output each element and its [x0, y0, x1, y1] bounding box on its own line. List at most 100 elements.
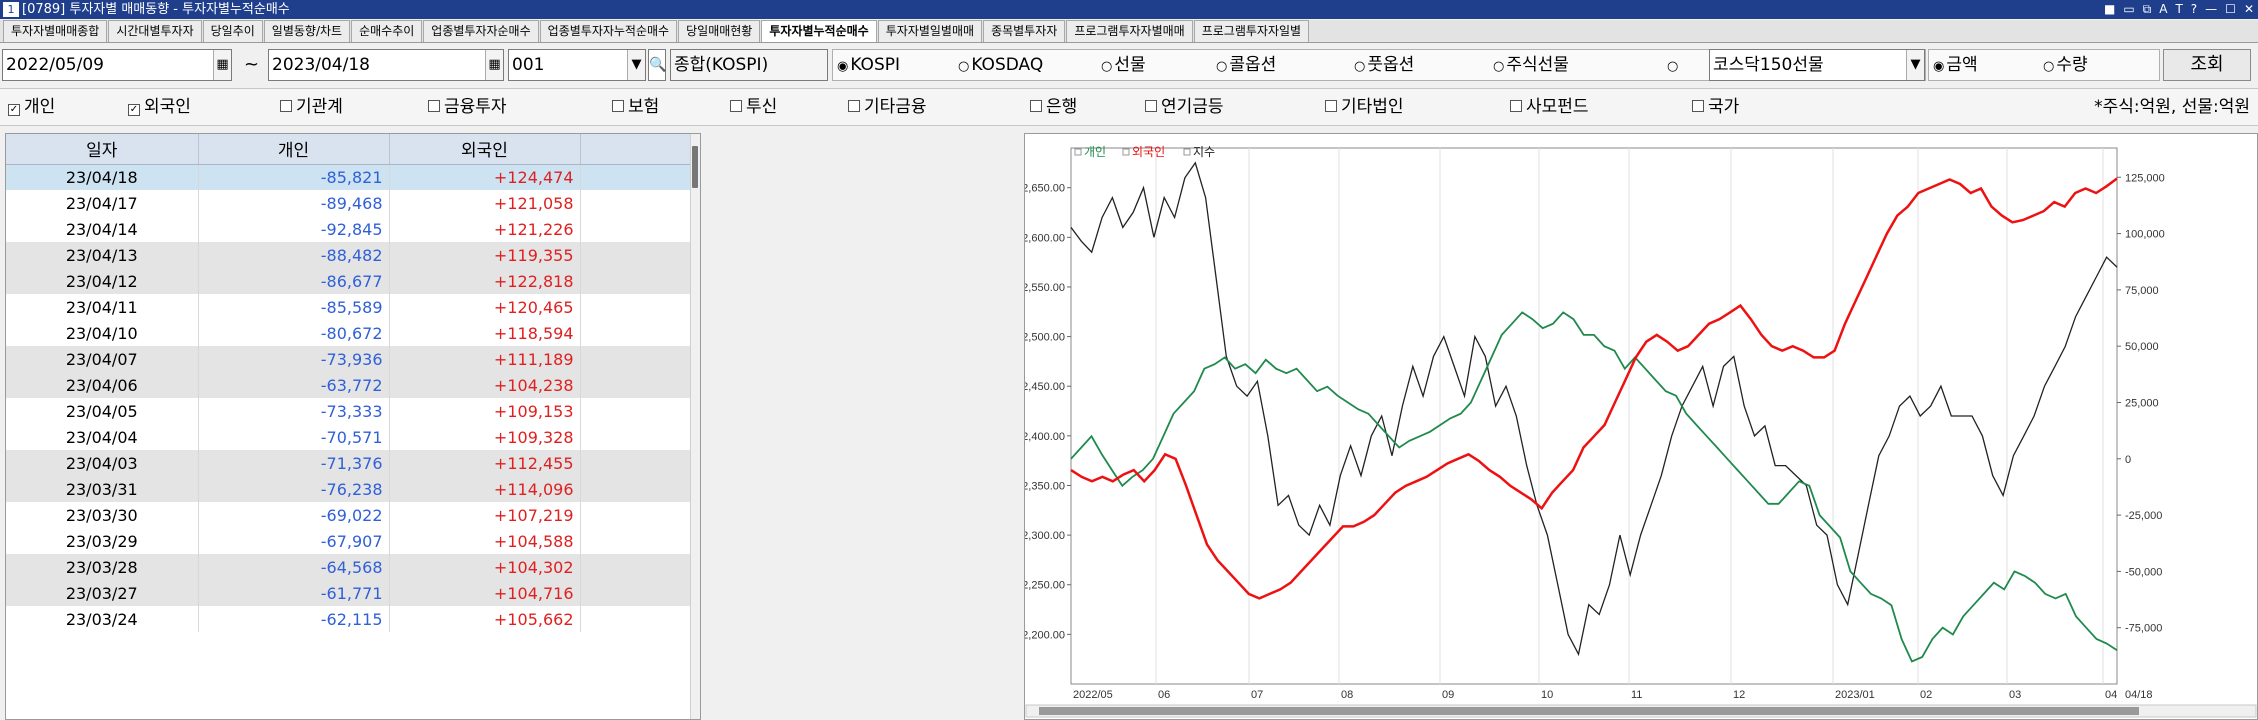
- radio-futures[interactable]: ○ 선물: [1101, 49, 1146, 83]
- tab-7[interactable]: 당일매매현황: [678, 20, 761, 42]
- cell-foreign: +112,455: [389, 450, 581, 476]
- window-button-icon[interactable]: A: [2159, 0, 2167, 19]
- radio-quantity[interactable]: ○ 수량: [2043, 49, 2088, 83]
- investor-checkbox-1[interactable]: ✓ 외국인: [128, 89, 191, 125]
- radio-put-option[interactable]: ○ 풋옵션: [1354, 49, 1414, 83]
- calendar-icon[interactable]: ▦: [213, 50, 231, 80]
- tab-11[interactable]: 프로그램투자자별매매: [1066, 20, 1193, 42]
- scrollbar-thumb[interactable]: [1039, 707, 2139, 715]
- table-row[interactable]: 23/04/06 -63,772 +104,238: [6, 372, 700, 398]
- investor-checkbox-7[interactable]: 은행: [1030, 89, 1077, 125]
- cell-individual: -89,468: [198, 190, 390, 216]
- table-row[interactable]: 23/04/03 -71,376 +112,455: [6, 450, 700, 476]
- radio-kospi[interactable]: ◉ KOSPI: [837, 49, 900, 83]
- table-row[interactable]: 23/04/14 -92,845 +121,226: [6, 216, 700, 242]
- investor-checkbox-4[interactable]: 보험: [612, 89, 659, 125]
- chevron-down-icon[interactable]: ▼: [1906, 50, 1924, 80]
- vertical-scrollbar[interactable]: [690, 134, 700, 719]
- radio-amount[interactable]: ◉ 금액: [1933, 49, 1978, 83]
- window-button-icon[interactable]: ▭: [2123, 0, 2134, 19]
- table-row[interactable]: 23/03/27 -61,771 +104,716: [6, 580, 700, 606]
- end-date-field[interactable]: 2023/04/18 ▦: [268, 49, 504, 81]
- window-button-icon[interactable]: ■: [2104, 0, 2115, 19]
- query-button[interactable]: 조회: [2163, 49, 2251, 81]
- investor-checkbox-6[interactable]: 기타금융: [848, 89, 927, 125]
- scrollbar-thumb[interactable]: [692, 146, 698, 188]
- tab-8[interactable]: 투자자별누적순매수: [761, 20, 877, 42]
- column-header[interactable]: 외국인: [389, 134, 581, 165]
- radio-kosdaq[interactable]: ○ KOSDAQ: [958, 49, 1043, 83]
- table-row[interactable]: 23/04/07 -73,936 +111,189: [6, 346, 700, 372]
- tab-9[interactable]: 투자자별일별매매: [877, 20, 983, 42]
- investor-checkbox-5[interactable]: 투신: [730, 89, 777, 125]
- cell-date: 23/03/30: [6, 502, 199, 528]
- cell-individual: -71,376: [198, 450, 390, 476]
- checkbox-empty-icon: [1510, 100, 1522, 112]
- window-button-icon[interactable]: —: [2205, 0, 2217, 19]
- table-row[interactable]: 23/04/18 -85,821 +124,474: [6, 164, 700, 190]
- investor-checkbox-11[interactable]: 국가: [1692, 89, 1739, 125]
- investor-checkbox-2[interactable]: 기관계: [280, 89, 343, 125]
- code-select[interactable]: 001 ▼: [508, 49, 646, 81]
- cell-date: 23/04/10: [6, 320, 199, 346]
- tab-6[interactable]: 업종별투자자누적순매수: [539, 20, 678, 42]
- checkbox-empty-icon: [1145, 100, 1157, 112]
- futures-select[interactable]: 코스닥150선물 ▼: [1709, 49, 1925, 81]
- cell-foreign: +104,302: [389, 554, 581, 580]
- x-axis-tick-label: 02: [1920, 689, 1932, 701]
- x-axis-tick-label: 06: [1158, 689, 1170, 701]
- table-row[interactable]: 23/03/31 -76,238 +114,096: [6, 476, 700, 502]
- table-row[interactable]: 23/04/17 -89,468 +121,058: [6, 190, 700, 216]
- start-date-field[interactable]: 2022/05/09 ▦: [2, 49, 232, 81]
- investor-checkbox-0[interactable]: ✓ 개인: [8, 89, 55, 125]
- tab-12[interactable]: 프로그램투자자일별: [1193, 20, 1310, 42]
- window-title: [0789] 투자자별 매매동향 - 투자자별누적순매수: [22, 2, 290, 17]
- cell-date: 23/04/07: [6, 346, 199, 372]
- investor-checkbox-10[interactable]: 사모펀드: [1510, 89, 1589, 125]
- table-row[interactable]: 23/03/24 -62,115 +105,662: [6, 606, 700, 632]
- cell-individual: -64,568: [198, 554, 390, 580]
- right-axis-tick-label: -75,000: [2125, 623, 2162, 635]
- table-row[interactable]: 23/03/30 -69,022 +107,219: [6, 502, 700, 528]
- tab-3[interactable]: 일별동향/차트: [263, 20, 351, 42]
- search-icon[interactable]: 🔍: [648, 49, 666, 81]
- window-button-icon[interactable]: ⧉: [2143, 0, 2152, 19]
- radio-call-option[interactable]: ○ 콜옵션: [1216, 49, 1276, 83]
- radio-stock-futures[interactable]: ○ 주식선물: [1493, 49, 1569, 83]
- cell-date: 23/04/13: [6, 242, 199, 268]
- tab-5[interactable]: 업종별투자자순매수: [423, 20, 539, 42]
- legend-label: 외국인: [1132, 145, 1165, 159]
- table-row[interactable]: 23/04/10 -80,672 +118,594: [6, 320, 700, 346]
- end-date-value: 2023/04/18: [272, 55, 370, 75]
- table-row[interactable]: 23/03/29 -67,907 +104,588: [6, 528, 700, 554]
- tab-4[interactable]: 순매수추이: [351, 20, 423, 42]
- table-row[interactable]: 23/03/28 -64,568 +104,302: [6, 554, 700, 580]
- table-row[interactable]: 23/04/13 -88,482 +119,355: [6, 242, 700, 268]
- table-row[interactable]: 23/04/11 -85,589 +120,465: [6, 294, 700, 320]
- tab-2[interactable]: 당일추이: [202, 20, 263, 42]
- column-header[interactable]: 일자: [6, 134, 199, 165]
- column-header[interactable]: 개인: [198, 134, 390, 165]
- x-axis-tick-label: 2022/05: [1073, 689, 1113, 701]
- table-row[interactable]: 23/04/05 -73,333 +109,153: [6, 398, 700, 424]
- cell-foreign: +107,219: [389, 502, 581, 528]
- cell-individual: -76,238: [198, 476, 390, 502]
- window-button-icon[interactable]: ?: [2191, 0, 2197, 19]
- radio-kosdaq150-futures[interactable]: ○: [1667, 49, 1680, 83]
- tab-10[interactable]: 종목별투자자: [983, 20, 1066, 42]
- tab-1[interactable]: 시간대별투자자: [108, 20, 202, 42]
- tab-0[interactable]: 투자자별매매종합: [3, 20, 108, 42]
- table-row[interactable]: 23/04/12 -86,677 +122,818: [6, 268, 700, 294]
- investor-checkbox-3[interactable]: 금융투자: [428, 89, 507, 125]
- chevron-down-icon[interactable]: ▼: [627, 50, 645, 80]
- window-button-icon[interactable]: T: [2175, 0, 2182, 19]
- right-axis-tick-label: 25,000: [2125, 397, 2159, 409]
- window-button-icon[interactable]: ☐: [2225, 0, 2236, 19]
- radio-dot-icon: ○: [1101, 59, 1113, 74]
- calendar-icon[interactable]: ▦: [485, 50, 503, 80]
- investor-checkbox-8[interactable]: 연기금등: [1145, 89, 1224, 125]
- investor-checkbox-9[interactable]: 기타법인: [1325, 89, 1404, 125]
- window-button-icon[interactable]: ✕: [2244, 0, 2254, 19]
- column-header[interactable]: [580, 134, 700, 165]
- table-row[interactable]: 23/04/04 -70,571 +109,328: [6, 424, 700, 450]
